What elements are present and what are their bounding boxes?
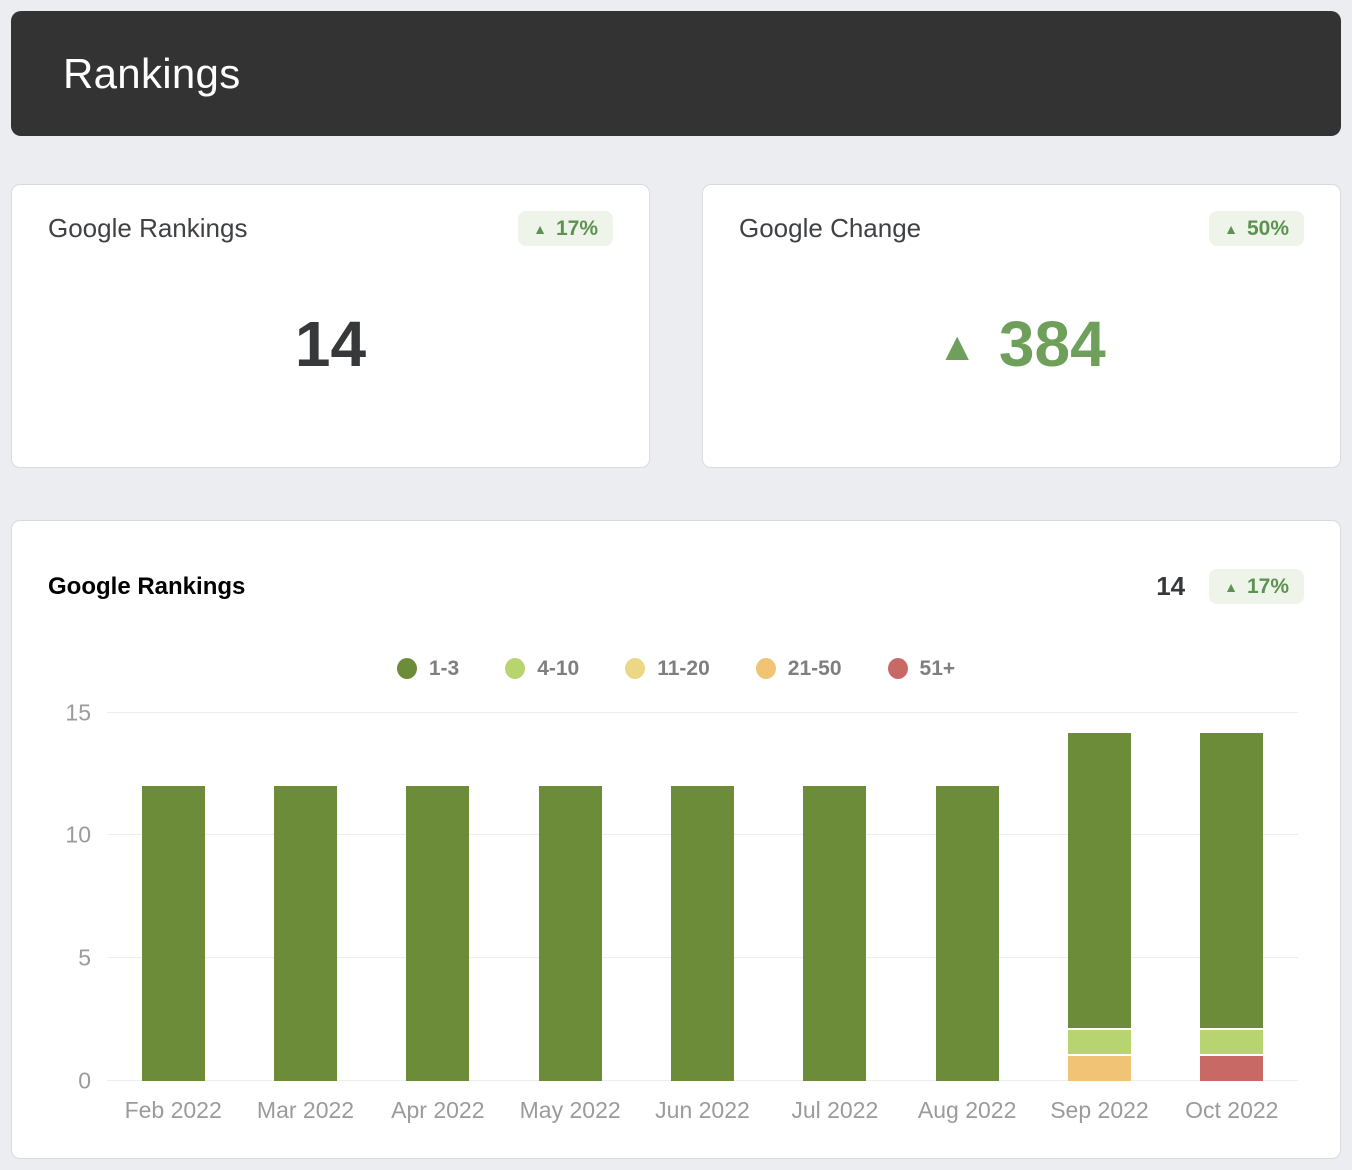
- bar-segment-4-10[interactable]: [1200, 1029, 1264, 1055]
- change-badge: ▲ 17%: [518, 211, 613, 246]
- legend-dot-icon: [755, 658, 776, 680]
- bar-segment-21-50[interactable]: [1067, 1056, 1131, 1081]
- summary-value: 14: [1156, 571, 1186, 602]
- bar-mar-2022[interactable]: [273, 713, 337, 1081]
- bar-slot: [769, 713, 901, 1081]
- badge-value: 17%: [1246, 575, 1289, 599]
- x-axis-label: Jul 2022: [791, 1096, 879, 1123]
- rankings-page: Rankings Google Rankings ▲ 17% 14 Google…: [0, 0, 1352, 1170]
- x-axis-label: May 2022: [519, 1096, 621, 1123]
- bar-segment-1-3[interactable]: [1200, 733, 1264, 1028]
- chart-summary: 14 ▲ 17%: [1156, 569, 1304, 605]
- x-axis-label: Sep 2022: [1050, 1096, 1149, 1123]
- bar-jul-2022[interactable]: [803, 713, 867, 1081]
- change-badge: ▲ 17%: [1209, 569, 1304, 605]
- legend-item-21-50[interactable]: 21-50: [755, 656, 842, 681]
- legend-label: 21-50: [787, 656, 842, 680]
- bars-row: [107, 713, 1298, 1081]
- bar-slot: [107, 713, 239, 1081]
- bar-segment-1-3[interactable]: [273, 786, 337, 1081]
- card-title: Google Change: [739, 213, 922, 243]
- bar-slot: [636, 713, 768, 1081]
- bar-segment-1-3[interactable]: [1067, 733, 1131, 1028]
- bar-segment-1-3[interactable]: [935, 786, 999, 1081]
- bar-oct-2022[interactable]: [1200, 713, 1264, 1081]
- up-arrow-icon: ▲: [1224, 578, 1238, 595]
- bar-slot: [1166, 713, 1298, 1081]
- bar-feb-2022[interactable]: [141, 713, 205, 1081]
- up-arrow-icon: ▲: [533, 220, 547, 237]
- stat-number: 384: [998, 307, 1106, 380]
- bar-segment-51+[interactable]: [1200, 1056, 1264, 1081]
- bar-aug-2022[interactable]: [935, 713, 999, 1081]
- bar-may-2022[interactable]: [538, 713, 602, 1081]
- bar-slot: [1033, 713, 1165, 1081]
- bar-sep-2022[interactable]: [1067, 713, 1131, 1081]
- up-arrow-icon: ▲: [1224, 220, 1238, 237]
- bar-apr-2022[interactable]: [406, 713, 470, 1081]
- stat-value: 14: [294, 307, 367, 380]
- badge-value: 50%: [1246, 217, 1289, 240]
- legend-label: 51+: [919, 656, 956, 680]
- badge-value: 17%: [555, 217, 598, 240]
- page-title: Rankings: [63, 49, 241, 97]
- bar-segment-1-3[interactable]: [141, 786, 205, 1081]
- x-axis-label: Aug 2022: [917, 1096, 1017, 1123]
- x-axis-label: Jun 2022: [655, 1096, 750, 1123]
- change-badge: ▲ 50%: [1209, 211, 1304, 246]
- legend-label: 1-3: [428, 656, 460, 680]
- legend-dot-icon: [887, 658, 908, 680]
- bar-slot: [372, 713, 504, 1081]
- legend-item-1-3[interactable]: 1-3: [396, 656, 460, 681]
- bar-slot: [901, 713, 1033, 1081]
- legend-item-51+[interactable]: 51+: [887, 656, 956, 681]
- page-header: Rankings: [11, 11, 1341, 136]
- legend-dot-icon: [396, 658, 417, 680]
- legend-item-4-10[interactable]: 4-10: [505, 657, 579, 681]
- legend-item-11-20[interactable]: 11-20: [625, 657, 710, 681]
- google-change-stat-card: Google Change ▲ 50% ▲ 384: [702, 184, 1341, 468]
- bar-slot: [504, 713, 636, 1081]
- bar-slot: [239, 713, 371, 1081]
- card-header: Google Change ▲ 50%: [739, 211, 1304, 246]
- card-header: Google Rankings ▲ 17%: [48, 211, 613, 246]
- up-arrow-icon: ▲: [937, 324, 977, 369]
- legend-dot-icon: [625, 658, 646, 680]
- x-axis-label: Mar 2022: [256, 1096, 355, 1123]
- x-axis-label: Oct 2022: [1185, 1096, 1279, 1123]
- x-axis-labels: Feb 2022 Mar 2022 Apr 2022 May 2022 Jun 2022…: [107, 1097, 1298, 1124]
- y-axis-tick: 0: [78, 1067, 91, 1094]
- stacked-bar-chart: 0 5 10 15: [65, 701, 1298, 1092]
- x-axis-label: Apr 2022: [391, 1096, 485, 1123]
- legend-label: 11-20: [657, 656, 710, 680]
- card-title: Google Rankings: [48, 213, 248, 243]
- bar-segment-1-3[interactable]: [670, 786, 734, 1081]
- y-axis-tick: 10: [65, 821, 91, 848]
- chart-title: Google Rankings: [48, 572, 246, 600]
- stats-row: Google Rankings ▲ 17% 14 Google Change ▲…: [11, 184, 1341, 468]
- legend-dot-icon: [505, 658, 526, 680]
- bar-segment-4-10[interactable]: [1067, 1029, 1131, 1055]
- bar-segment-1-3[interactable]: [538, 786, 602, 1081]
- google-rankings-chart-card: Google Rankings 14 ▲ 17% 1-3 4-10 11-20 21-…: [11, 520, 1341, 1159]
- x-axis-label: Feb 2022: [124, 1096, 222, 1123]
- legend-label: 4-10: [537, 656, 580, 680]
- google-rankings-stat-card: Google Rankings ▲ 17% 14: [11, 184, 650, 468]
- y-axis-tick: 5: [78, 944, 91, 971]
- y-axis-tick: 15: [65, 699, 91, 726]
- chart-header: Google Rankings 14 ▲ 17%: [12, 553, 1340, 621]
- bar-segment-1-3[interactable]: [406, 786, 470, 1081]
- chart-legend: 1-3 4-10 11-20 21-50 51+: [12, 657, 1340, 681]
- stat-value: ▲ 384: [739, 246, 1304, 441]
- bar-segment-1-3[interactable]: [803, 786, 867, 1081]
- bar-jun-2022[interactable]: [670, 713, 734, 1081]
